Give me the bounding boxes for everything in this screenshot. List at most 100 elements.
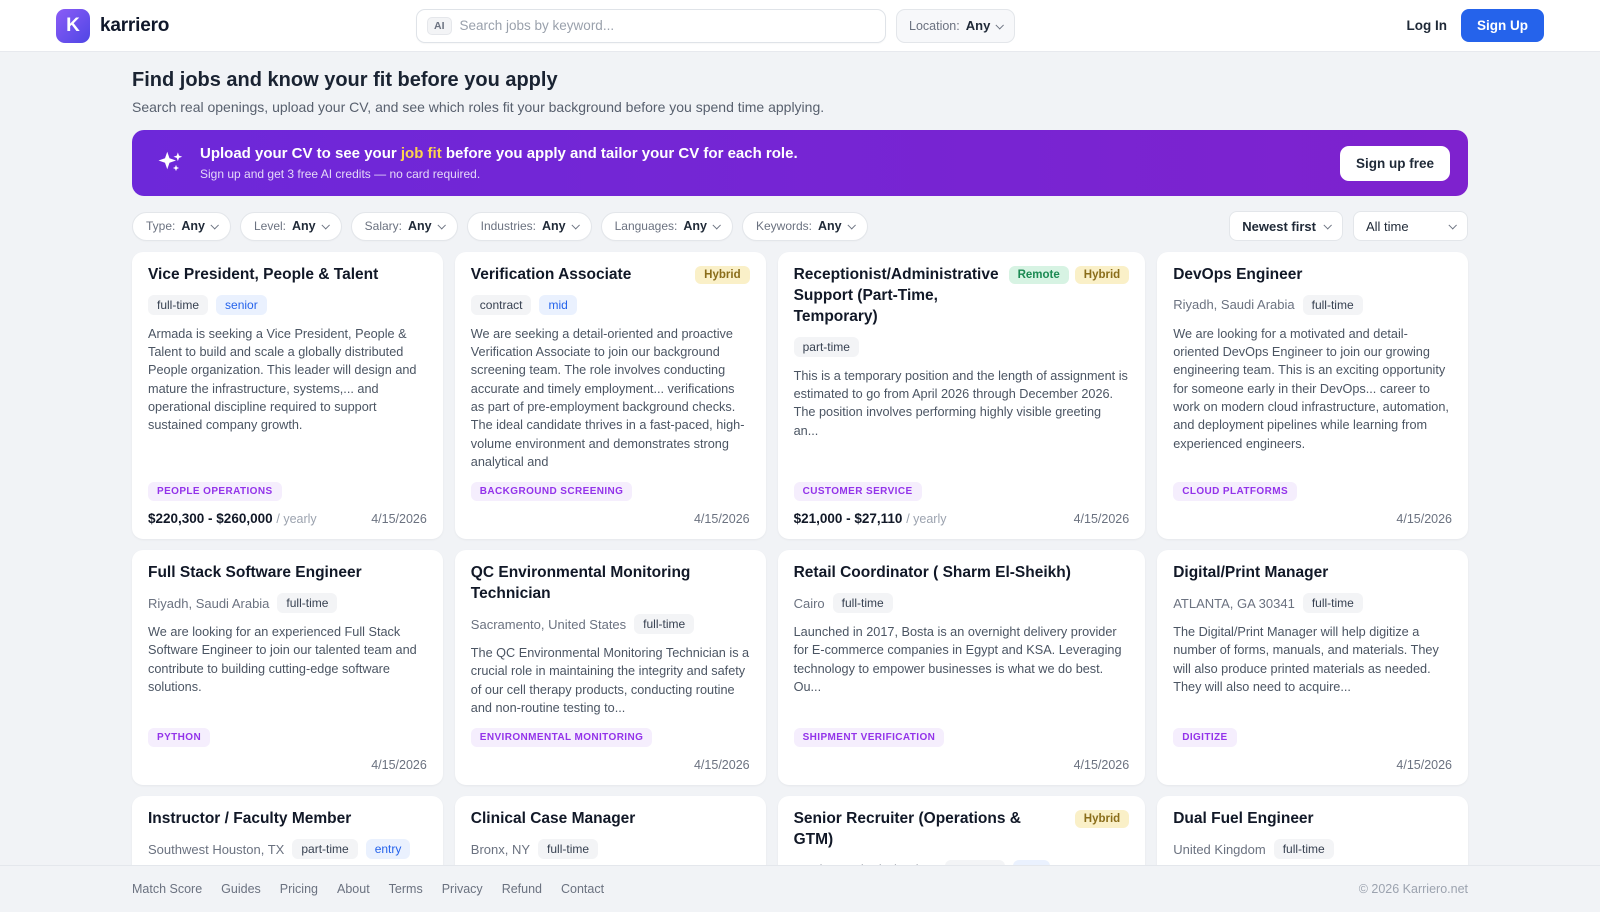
job-location: Southwest Houston, TX [148, 841, 285, 857]
jobs-grid: Vice President, People & Talent full-time… [132, 252, 1468, 912]
job-category-row: ENVIRONMENTAL MONITORING [470, 717, 750, 748]
footer-link-guides[interactable]: Guides [221, 882, 261, 896]
job-title: Vice President, People & Talent [148, 266, 379, 283]
filter-value: Any [541, 219, 566, 233]
banner-highlight: job fit [400, 145, 442, 162]
job-title: Instructor / Faculty Member [148, 810, 352, 828]
filters-row: Type: Any Level: Any Salary: Any Industries: An… [132, 211, 1468, 241]
hero-section: Find jobs and know your fit before you a… [132, 52, 1468, 115]
footer-link-privacy[interactable]: Privacy [442, 882, 483, 896]
location-filter[interactable]: Location: Any [896, 8, 1016, 43]
job-card[interactable]: Vice President, People & Talent full-time… [132, 252, 443, 540]
job-tag: full-time [148, 294, 209, 315]
login-link[interactable]: Log In [1407, 18, 1448, 33]
job-posted-date: 4/15/2026 [371, 757, 427, 772]
chevron-down-icon [1323, 221, 1332, 230]
job-description: Launched in 2017, Bosta is an overnight … [793, 625, 1122, 694]
job-tag: full-time [1273, 839, 1334, 860]
job-badges: Hybrid [1074, 809, 1130, 851]
job-description: We are looking for a motivated and detai… [1173, 326, 1449, 451]
sparkles-icon [158, 151, 183, 172]
job-card[interactable]: Digital/Print Manager ATLANTA, GA 30341 fu… [1157, 550, 1468, 786]
job-card-head: Senior Recruiter (Operations & GTM) Hybri… [794, 809, 1130, 851]
footer-link-terms[interactable]: Terms [389, 882, 423, 896]
job-card-footer: 4/15/2026 [471, 756, 750, 773]
job-category-row: CLOUD PLATFORMS [1173, 471, 1452, 502]
sort-value: Newest first [1242, 218, 1316, 234]
job-card-footer: 4/15/2026 [1173, 756, 1452, 773]
footer-link-about[interactable]: About [337, 882, 370, 896]
job-meta-row: Riyadh, Saudi Arabia full-time [1173, 294, 1452, 315]
footer-link-refund[interactable]: Refund [502, 882, 542, 896]
job-title: Senior Recruiter (Operations & GTM) [793, 810, 1021, 849]
job-card-head: Vice President, People & Talent [148, 265, 427, 286]
job-posted-date: 4/15/2026 [1073, 511, 1130, 526]
job-category-row: PYTHON [148, 717, 427, 748]
signup-free-button[interactable]: Sign up free [1339, 145, 1450, 181]
chevron-down-icon [321, 221, 330, 230]
job-meta-row: Sacramento, United States full-time [471, 614, 750, 635]
filter-pill-keywords[interactable]: Keywords: Any [741, 211, 868, 241]
job-card[interactable]: Receptionist/Administrative Support (Par… [777, 252, 1146, 540]
ai-badge: AI [427, 16, 452, 35]
sort-select[interactable]: Newest first [1229, 211, 1343, 241]
signup-button[interactable]: Sign Up [1461, 9, 1544, 42]
footer-link-contact[interactable]: Contact [561, 882, 604, 896]
job-location: ATLANTA, GA 30341 [1173, 595, 1295, 611]
job-card[interactable]: Retail Coordinator ( Sharm El-Sheikh) Cai… [777, 550, 1146, 786]
job-salary-period: / yearly [906, 512, 947, 527]
page-title: Find jobs and know your fit before you a… [132, 69, 558, 91]
filter-label: Level: [253, 219, 287, 233]
filter-pill-level[interactable]: Level: Any [239, 211, 342, 241]
filter-pill-salary[interactable]: Salary: Any [350, 211, 458, 241]
job-category: PYTHON [148, 728, 211, 748]
job-card[interactable]: QC Environmental Monitoring Technician Sa… [454, 550, 766, 786]
brand-name: karriero [100, 14, 170, 36]
job-posted-date: 4/15/2026 [371, 511, 427, 526]
filter-pills: Type: Any Level: Any Salary: Any Industries: An… [132, 211, 868, 241]
filter-label: Industries: [480, 219, 536, 233]
filter-pill-industries[interactable]: Industries: Any [466, 211, 592, 241]
search-input[interactable] [459, 18, 875, 33]
logo-icon: K [56, 8, 90, 43]
job-meta-row: Southwest Houston, TX part-time entry [148, 839, 427, 860]
filter-pill-type[interactable]: Type: Any [132, 211, 231, 241]
brand[interactable]: K karriero [56, 8, 416, 43]
job-card-head: Receptionist/Administrative Support (Par… [794, 265, 1130, 328]
job-title: Dual Fuel Engineer [1173, 810, 1314, 828]
job-card-head: Clinical Case Manager [471, 809, 750, 830]
job-title: Receptionist/Administrative Support (Par… [793, 266, 999, 325]
footer-links: Match Score Guides Pricing About Terms Privac… [132, 882, 604, 896]
filter-value: Any [292, 219, 316, 233]
job-category: CLOUD PLATFORMS [1173, 482, 1298, 502]
job-salary-period: / yearly [276, 512, 317, 527]
job-card[interactable]: DevOps Engineer Riyadh, Saudi Arabia full-… [1157, 252, 1468, 540]
job-description: The Digital/Print Manager will help digi… [1173, 625, 1439, 694]
job-description: Armada is seeking a Vice President, Peop… [148, 326, 417, 433]
job-category-row: BACKGROUND SCREENING [470, 471, 750, 502]
job-card-footer: $21,000 - $27,110 / yearly 4/15/2026 [794, 510, 1130, 527]
job-meta-row: full-time senior [148, 294, 427, 315]
footer-link-pricing[interactable]: Pricing [280, 882, 318, 896]
chevron-down-icon [437, 221, 446, 230]
job-category: CUSTOMER SERVICE [793, 482, 922, 502]
job-card[interactable]: Full Stack Software Engineer Riyadh, Saud… [132, 550, 443, 786]
job-card-footer: 4/15/2026 [1173, 510, 1452, 527]
job-tag: full-time [538, 839, 599, 860]
job-card-footer: 4/15/2026 [794, 756, 1130, 773]
chevron-down-icon [571, 221, 580, 230]
page-subtitle: Search real openings, upload your CV, an… [132, 99, 825, 115]
time-filter-select[interactable]: All time [1353, 211, 1468, 241]
job-tag: full-time [832, 593, 893, 614]
footer: Match Score Guides Pricing About Terms Privac… [0, 865, 1600, 912]
job-card[interactable]: Verification Associate Hybrid contract mid W… [454, 252, 766, 540]
job-description: This is a temporary position and the len… [793, 368, 1128, 438]
filter-label: Languages: [614, 219, 678, 233]
job-meta-row: Cairo full-time [794, 593, 1130, 614]
job-tag: senior [216, 294, 267, 315]
header: K karriero AI Location: Any Log In Sign … [0, 0, 1600, 52]
filter-pill-languages[interactable]: Languages: Any [600, 211, 733, 241]
footer-link-match-score[interactable]: Match Score [132, 882, 202, 896]
job-salary: $21,000 - $27,110 / yearly [793, 511, 947, 527]
job-tag: full-time [1302, 593, 1363, 614]
